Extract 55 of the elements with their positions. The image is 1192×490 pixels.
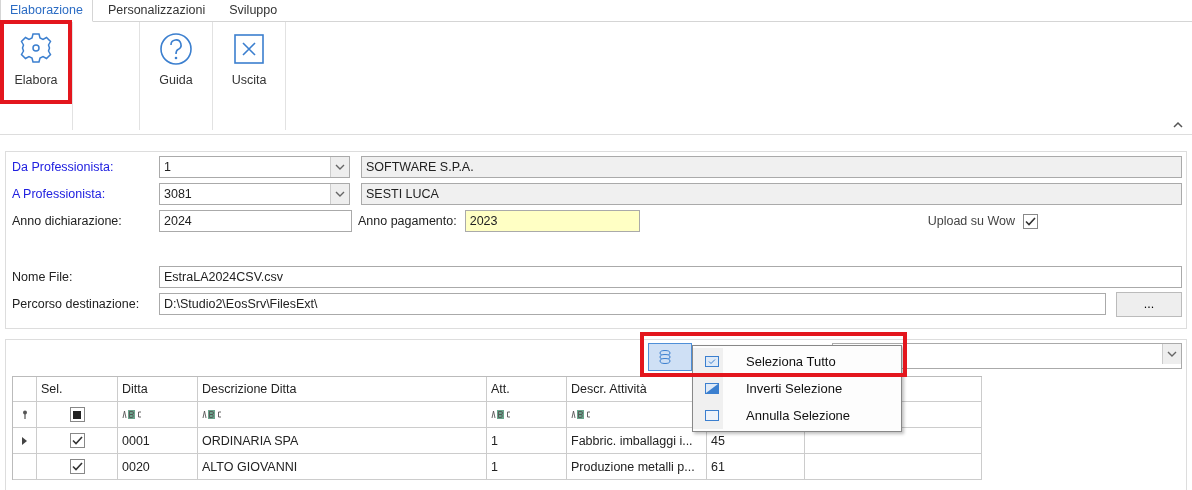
text-filter-icon[interactable]	[202, 410, 222, 419]
table-cell: 1	[487, 454, 567, 479]
check-all-icon	[705, 356, 719, 367]
stack-icon	[657, 349, 673, 365]
ribbon-button[interactable]: Uscita	[215, 22, 283, 102]
field-label: Anno pagamento:	[358, 214, 457, 228]
ribbon-button[interactable]: Elabora	[2, 22, 70, 102]
input-field[interactable]: D:\Studio2\EosSrv\FilesExt\	[159, 293, 1106, 315]
field-label: Anno dichiarazione:	[11, 214, 123, 228]
code-combo[interactable]: 3081	[159, 183, 350, 205]
input-field[interactable]: EstraLA2024CSV.csv	[159, 266, 1182, 288]
column-header[interactable]: Sel.	[37, 377, 118, 401]
dropdown-icon	[335, 164, 345, 170]
checkbox[interactable]	[1023, 213, 1038, 229]
empty-box-icon	[705, 410, 719, 421]
field-label: A Professionista:	[11, 187, 107, 201]
table-cell: ALTO GIOVANNI	[198, 454, 487, 479]
field-label: Percorso destinazione:	[11, 297, 141, 311]
table-cell: 61	[707, 454, 805, 479]
row-checkbox[interactable]	[69, 433, 85, 448]
dropdown-icon	[335, 191, 345, 197]
invert-icon	[705, 383, 719, 394]
text-filter-icon[interactable]	[491, 410, 511, 419]
field-label: Nome File:	[11, 270, 74, 284]
column-header[interactable]: Att.	[487, 377, 567, 401]
browse-button[interactable]: ...	[1116, 291, 1182, 317]
ribbon-tab[interactable]: Personalizzazioni	[98, 0, 215, 21]
input-field[interactable]: 2024	[159, 210, 352, 232]
column-header[interactable]: Descrizione Ditta	[198, 377, 487, 401]
collapse-icon[interactable]	[1173, 121, 1183, 128]
close-icon	[232, 32, 266, 66]
row-checkbox[interactable]	[69, 459, 85, 474]
field-label: Da Professionista:	[11, 160, 115, 174]
text-filter-icon[interactable]	[122, 410, 142, 419]
input-field[interactable]: 2023	[464, 210, 640, 232]
name-field: SOFTWARE S.P.A.	[361, 156, 1182, 178]
table-cell: 1	[487, 428, 567, 453]
table-cell: 0020	[118, 454, 198, 479]
checkbox-label: Upload su Wow	[927, 214, 1015, 228]
gear-icon	[19, 32, 53, 66]
table-cell: ORDINARIA SPA	[198, 428, 487, 453]
code-combo[interactable]: 1	[159, 156, 350, 178]
text-filter-icon[interactable]	[571, 410, 591, 419]
ribbon-tab[interactable]: Elaborazione	[0, 0, 93, 22]
name-field: SESTI LUCA	[361, 183, 1182, 205]
pin-icon	[21, 410, 28, 419]
ribbon-button[interactable]: Guida	[142, 22, 210, 102]
help-icon	[159, 32, 193, 66]
dropdown-icon	[1167, 351, 1177, 357]
column-header[interactable]: Ditta	[118, 377, 198, 401]
selection-button[interactable]	[648, 343, 692, 371]
ribbon-tab[interactable]: Sviluppo	[220, 0, 287, 21]
filter-checkbox[interactable]	[69, 407, 85, 422]
table-cell: 0001	[118, 428, 198, 453]
table-cell: Produzione metalli p...	[567, 454, 707, 479]
